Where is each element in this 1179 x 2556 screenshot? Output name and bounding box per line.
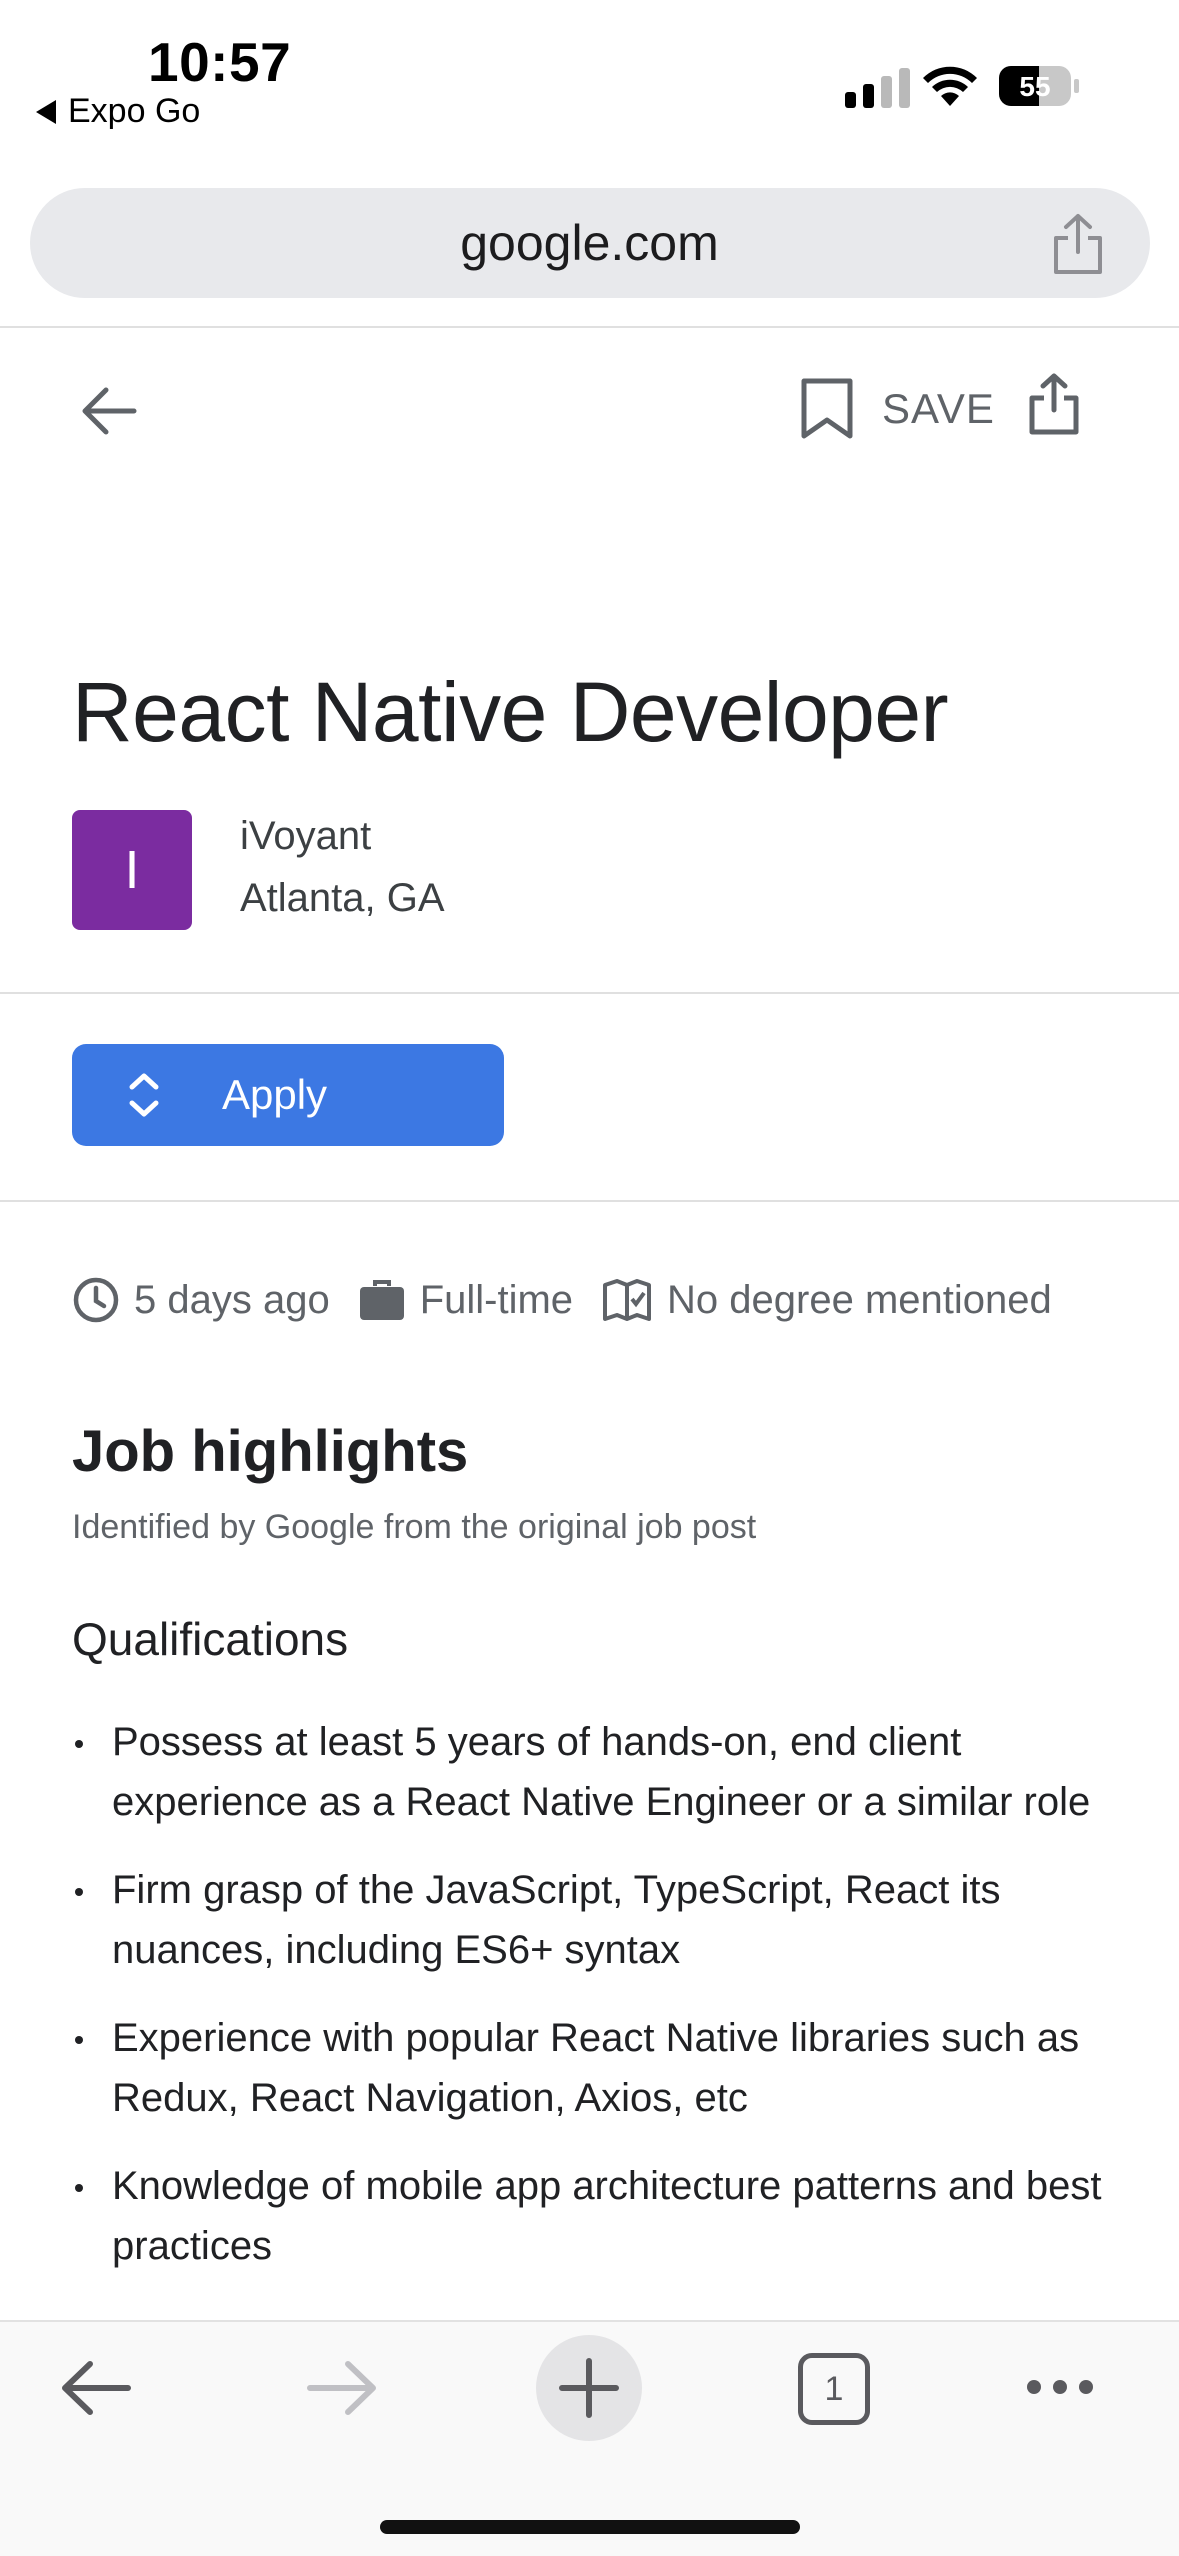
section-divider [0, 1200, 1179, 1202]
plus-icon [559, 2358, 619, 2418]
briefcase-icon [359, 1280, 404, 1320]
highlights-heading: Job highlights [72, 1419, 469, 1484]
list-item: Firm grasp of the JavaScript, TypeScript… [72, 1860, 1112, 1980]
job-type-item: Full-time [358, 1278, 573, 1323]
wifi-icon [923, 66, 977, 106]
section-divider [0, 992, 1179, 994]
list-item: Experience with popular React Native lib… [72, 2008, 1112, 2128]
bookmark-icon [801, 378, 853, 439]
cellular-signal-icon [845, 64, 910, 108]
back-triangle-icon [36, 99, 56, 124]
battery-level: 55 [1019, 71, 1050, 102]
company-logo: I [72, 810, 192, 930]
apply-button[interactable]: Apply [72, 1044, 504, 1146]
apply-label: Apply [222, 1071, 328, 1118]
job-location: Atlanta, GA [240, 876, 445, 920]
degree-item: No degree mentioned [601, 1277, 1052, 1323]
status-time: 10:57 [148, 31, 292, 93]
new-tab-button[interactable] [536, 2335, 642, 2441]
browser-forward-icon[interactable] [304, 2356, 380, 2420]
posted-item: 5 days ago [72, 1276, 330, 1324]
back-to-app-link[interactable]: Expo Go [36, 92, 200, 131]
company-name: iVoyant [240, 814, 372, 858]
save-button[interactable]: SAVE [800, 378, 995, 440]
more-dots-icon[interactable] [1024, 2374, 1096, 2400]
posted-text: 5 days ago [134, 1277, 330, 1322]
clock-icon [73, 1277, 119, 1323]
browser-back-icon[interactable] [58, 2356, 134, 2420]
header-divider [0, 326, 1179, 328]
qualifications-heading: Qualifications [72, 1613, 349, 1665]
degree-text: No degree mentioned [667, 1277, 1052, 1322]
home-indicator [380, 2520, 800, 2534]
job-title: React Native Developer [72, 665, 949, 759]
share-job-icon[interactable] [1026, 372, 1082, 436]
tabs-button[interactable]: 1 [798, 2353, 870, 2425]
save-label: SAVE [882, 385, 995, 432]
qualifications-list: Possess at least 5 years of hands-on, en… [72, 1712, 1112, 2304]
expand-chevrons-icon [129, 1073, 159, 1117]
job-type-text: Full-time [419, 1277, 574, 1322]
job-meta-row: 5 days ago Full-time No degree mentioned [72, 1276, 1080, 1324]
battery-icon: 55 [999, 66, 1079, 106]
list-item: Possess at least 5 years of hands-on, en… [72, 1712, 1112, 1832]
list-item: Knowledge of mobile app architecture pat… [72, 2156, 1112, 2276]
degree-book-icon [603, 1279, 652, 1321]
back-app-label: Expo Go [68, 92, 201, 130]
back-arrow-icon[interactable] [78, 380, 140, 442]
highlights-subtitle: Identified by Google from the original j… [72, 1508, 757, 1546]
share-icon[interactable] [1048, 212, 1108, 276]
url-text[interactable]: google.com [0, 188, 1179, 298]
